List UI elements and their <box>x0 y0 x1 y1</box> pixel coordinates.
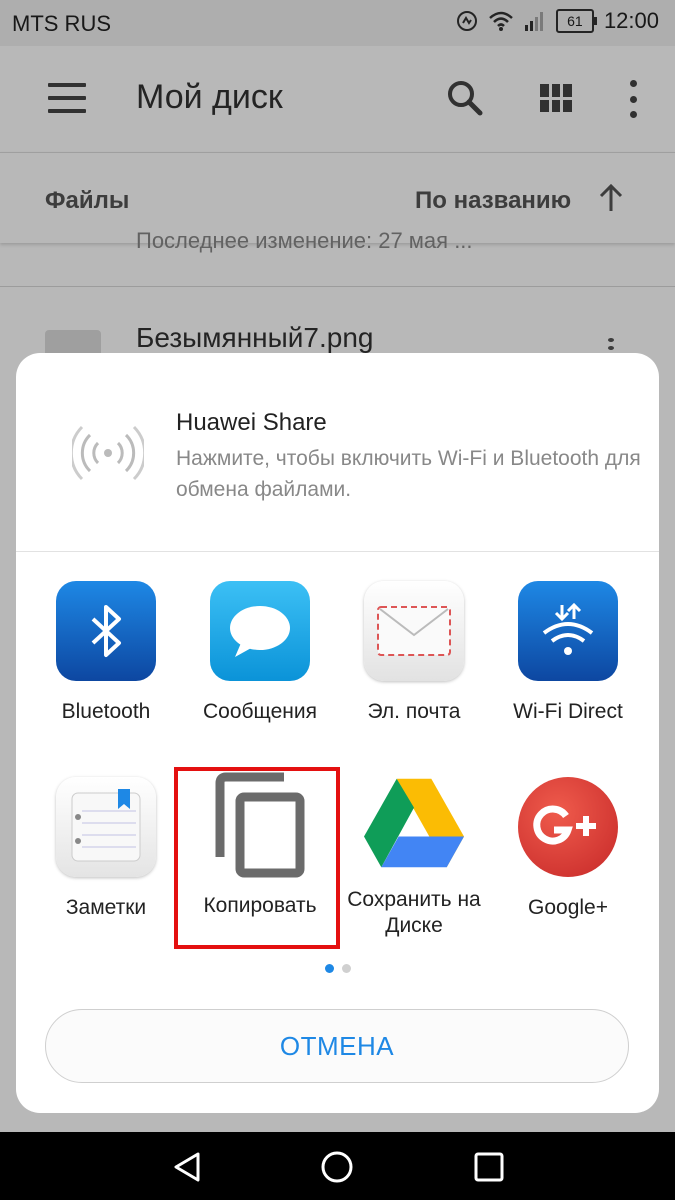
share-app-google-drive[interactable]: Сохранить на Диске <box>334 759 494 939</box>
bluetooth-icon <box>56 581 156 681</box>
page-indicator <box>16 964 659 973</box>
share-app-wifi-direct[interactable]: Wi-Fi Direct <box>488 563 648 743</box>
copy-highlight-box <box>174 767 340 949</box>
sheet-divider <box>16 551 659 552</box>
notes-icon <box>56 777 156 877</box>
share-app-label: Bluetooth <box>61 700 151 723</box>
huawei-share-description: Нажмите, чтобы включить Wi-Fi и Bluetoot… <box>176 447 641 501</box>
share-app-label: Заметки <box>65 896 147 919</box>
huawei-share-row[interactable]: Huawei Share Нажмите, чтобы включить Wi-… <box>16 353 659 551</box>
share-app-label: Wi-Fi Direct <box>513 700 623 723</box>
huawei-share-icon <box>69 417 147 489</box>
recents-icon[interactable] <box>472 1150 506 1184</box>
google-drive-icon <box>364 777 464 869</box>
email-icon <box>364 581 464 681</box>
share-app-label: Сохранить на Диске <box>347 888 481 937</box>
share-app-label: Эл. почта <box>367 700 461 723</box>
share-app-messages[interactable]: Сообщения <box>180 563 340 743</box>
navigation-bar <box>0 1132 675 1200</box>
cancel-button[interactable]: ОТМЕНА <box>45 1009 629 1083</box>
share-app-email[interactable]: Эл. почта <box>334 563 494 743</box>
messages-icon <box>210 581 310 681</box>
google-plus-icon <box>518 777 618 877</box>
back-icon[interactable] <box>170 1150 204 1184</box>
page-dot-active <box>324 964 334 973</box>
huawei-share-title: Huawei Share <box>176 409 327 436</box>
page-dot <box>341 964 351 973</box>
wifi-direct-icon <box>518 581 618 681</box>
share-app-google-plus[interactable]: Google+ <box>488 759 648 939</box>
share-app-label: Google+ <box>528 896 608 919</box>
share-app-label: Сообщения <box>203 700 317 723</box>
share-app-notes[interactable]: Заметки <box>26 759 186 939</box>
share-app-bluetooth[interactable]: Bluetooth <box>26 563 186 743</box>
home-icon[interactable] <box>320 1150 354 1184</box>
share-sheet: Huawei Share Нажмите, чтобы включить Wi-… <box>16 353 659 1113</box>
